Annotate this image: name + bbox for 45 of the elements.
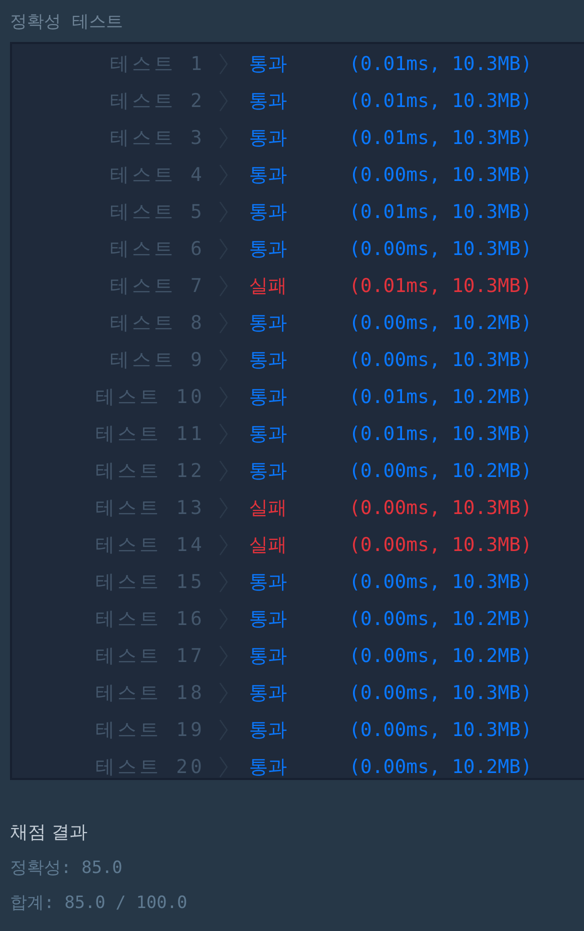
result-detail: (0.00ms, 10.2MB) — [348, 756, 534, 778]
chevron-icon — [218, 756, 228, 778]
result-detail: (0.01ms, 10.2MB) — [348, 386, 534, 408]
result-status: 통과 — [249, 162, 288, 188]
result-status: 통과 — [249, 348, 288, 372]
result-detail: (0.00ms, 10.3MB) — [348, 570, 534, 592]
result-detail: (0.00ms, 10.3MB) — [348, 718, 534, 740]
result-status: 통과 — [249, 422, 288, 446]
result-status: 통과 — [249, 200, 288, 224]
result-detail: (0.01ms, 10.3MB) — [348, 90, 534, 112]
result-status: 통과 — [249, 458, 288, 484]
summary-line: 합계: 85.0 / 100.0 — [10, 892, 188, 914]
result-status: 통과 — [249, 384, 288, 410]
result-status: 통과 — [249, 126, 288, 150]
result-detail: (0.01ms, 10.3MB) — [348, 126, 534, 148]
summary-title: 채점 결과 — [10, 821, 89, 844]
result-status: 통과 — [249, 310, 288, 336]
result-detail: (0.00ms, 10.3MB) — [348, 164, 534, 186]
result-status: 실패 — [249, 532, 288, 558]
result-detail: (0.01ms, 10.3MB) — [348, 52, 534, 74]
result-detail: (0.00ms, 10.2MB) — [348, 608, 534, 630]
result-detail: (0.00ms, 10.3MB) — [348, 348, 534, 370]
result-status: 통과 — [249, 606, 288, 632]
result-status: 통과 — [249, 680, 288, 706]
result-status: 통과 — [249, 236, 288, 262]
result-detail: (0.00ms, 10.3MB) — [348, 496, 534, 518]
result-status: 실패 — [249, 496, 288, 520]
result-detail: (0.01ms, 10.3MB) — [348, 274, 534, 296]
result-detail: (0.00ms, 10.3MB) — [348, 682, 534, 704]
result-detail: (0.01ms, 10.3MB) — [348, 422, 534, 444]
result-status: 통과 — [249, 570, 288, 594]
result-status: 통과 — [249, 52, 288, 76]
section-heading: 정확성 테스트 — [10, 11, 124, 34]
result-status: 통과 — [249, 754, 288, 780]
result-status: 실패 — [249, 274, 288, 298]
result-status: 통과 — [249, 644, 288, 668]
result-status: 통과 — [249, 88, 288, 114]
result-status: 통과 — [249, 718, 288, 742]
result-detail: (0.01ms, 10.3MB) — [348, 200, 534, 222]
summary-line: 정확성: 85.0 — [10, 857, 124, 879]
result-detail: (0.00ms, 10.2MB) — [348, 460, 534, 482]
result-detail: (0.00ms, 10.3MB) — [348, 238, 534, 260]
result-detail: (0.00ms, 10.2MB) — [348, 312, 534, 334]
result-detail: (0.00ms, 10.3MB) — [348, 534, 534, 556]
result-detail: (0.00ms, 10.2MB) — [348, 644, 534, 666]
